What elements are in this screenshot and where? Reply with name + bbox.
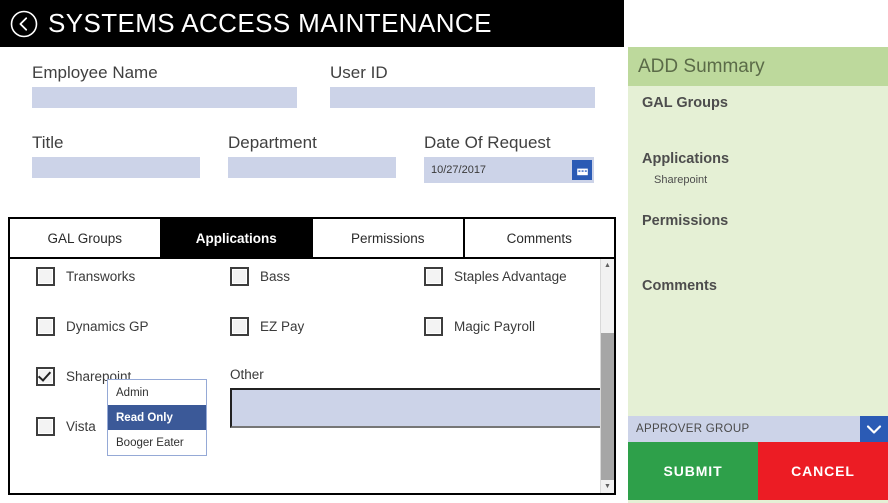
checkbox-label: Bass <box>260 269 291 284</box>
form-row-2: Title Department Date Of Request 10/27/2… <box>0 133 624 191</box>
checkbox-bass[interactable]: Bass <box>230 267 290 286</box>
summary-item: Sharepoint <box>654 174 708 186</box>
checkbox-row: Dynamics GP EZ Pay Magic Payroll <box>10 317 614 357</box>
caret-down-icon[interactable]: ▼ <box>601 480 614 493</box>
field-user-id: User ID <box>330 63 595 108</box>
page-title: SYSTEMS ACCESS MAINTENANCE <box>48 8 492 38</box>
tab-comments[interactable]: Comments <box>464 219 614 257</box>
vertical-scrollbar[interactable]: ▲ ▼ <box>600 259 614 493</box>
checkbox-magic-payroll[interactable]: Magic Payroll <box>424 317 535 336</box>
summary-section-applications: Applications Sharepoint <box>642 151 872 186</box>
tab-strip: GAL Groups Applications Permissions Comm… <box>8 217 616 257</box>
label-other: Other <box>230 367 264 382</box>
cancel-button[interactable]: CANCEL <box>758 442 888 500</box>
form-row-1: Employee Name User ID <box>0 63 624 121</box>
other-input[interactable] <box>230 388 605 428</box>
label-date-of-request: Date Of Request <box>424 133 551 152</box>
checkbox-box[interactable] <box>36 317 55 336</box>
checkbox-label: Magic Payroll <box>454 319 536 334</box>
summary-section-title: Permissions <box>642 213 729 229</box>
summary-header-title: ADD Summary <box>638 55 765 77</box>
tab-gal-groups[interactable]: GAL Groups <box>10 219 162 257</box>
summary-section-title: Comments <box>642 278 717 294</box>
label-employee-name: Employee Name <box>32 63 158 82</box>
checkbox-label: Vista <box>66 419 96 434</box>
chevron-left-circle-icon <box>10 10 38 37</box>
checkbox-label: Dynamics GP <box>66 319 149 334</box>
checkbox-box[interactable] <box>424 317 443 336</box>
back-button[interactable] <box>9 9 39 39</box>
summary-section-title: Applications <box>642 151 730 167</box>
tab-body-applications: Transworks Bass Staples Advantage Dynami… <box>8 257 616 495</box>
checkbox-box[interactable] <box>36 417 55 436</box>
label-title: Title <box>32 133 64 152</box>
checkbox-box[interactable] <box>424 267 443 286</box>
employee-name-input[interactable] <box>32 87 297 108</box>
label-department: Department <box>228 133 317 152</box>
field-title: Title <box>32 133 200 178</box>
approver-group-select[interactable]: APPROVER GROUP <box>628 416 888 442</box>
user-id-input[interactable] <box>330 87 595 108</box>
submit-button[interactable]: SUBMIT <box>628 442 758 500</box>
action-bar: SUBMIT CANCEL <box>628 442 888 500</box>
field-employee-name: Employee Name <box>32 63 297 108</box>
summary-section-title: GAL Groups <box>642 95 728 111</box>
summary-section-gal-groups: GAL Groups <box>642 95 872 111</box>
checkbox-box[interactable] <box>230 317 249 336</box>
tab-permissions[interactable]: Permissions <box>313 219 465 257</box>
tab-panel: GAL Groups Applications Permissions Comm… <box>8 217 616 495</box>
date-input-wrapper[interactable]: 10/27/2017 <box>424 157 594 183</box>
field-date-of-request: Date Of Request 10/27/2017 <box>424 133 594 183</box>
summary-section-comments: Comments <box>642 278 872 294</box>
main-form-area: Employee Name User ID Title Department D… <box>0 47 624 503</box>
caret-up-icon[interactable]: ▲ <box>601 259 614 272</box>
dropdown-option-booger-eater[interactable]: Booger Eater <box>108 430 206 455</box>
checkbox-box[interactable] <box>230 267 249 286</box>
checkbox-transworks[interactable]: Transworks <box>36 267 135 286</box>
checkbox-dynamics-gp[interactable]: Dynamics GP <box>36 317 149 336</box>
checkbox-label: EZ Pay <box>260 319 305 334</box>
checkbox-label: Transworks <box>66 269 136 284</box>
summary-header: ADD Summary <box>628 47 888 86</box>
chevron-down-icon[interactable] <box>860 416 888 442</box>
date-value: 10/27/2017 <box>431 164 487 176</box>
chevron-down-glyph <box>866 424 882 434</box>
calendar-icon[interactable] <box>572 160 592 180</box>
summary-section-permissions: Permissions <box>642 213 872 229</box>
label-user-id: User ID <box>330 63 388 82</box>
checkbox-box[interactable] <box>36 367 55 386</box>
checkbox-ez-pay[interactable]: EZ Pay <box>230 317 304 336</box>
checkbox-label: Staples Advantage <box>454 269 567 284</box>
field-department: Department <box>228 133 396 178</box>
approver-group-label: APPROVER GROUP <box>636 423 750 435</box>
checkbox-box[interactable] <box>36 267 55 286</box>
title-input[interactable] <box>32 157 200 178</box>
permission-dropdown-list[interactable]: Admin Read Only Booger Eater <box>107 379 207 456</box>
other-group: Other <box>230 367 605 428</box>
dropdown-option-read-only[interactable]: Read Only <box>108 405 206 430</box>
department-input[interactable] <box>228 157 396 178</box>
app-header: SYSTEMS ACCESS MAINTENANCE <box>0 0 624 47</box>
calendar-glyph <box>575 164 589 176</box>
checkbox-row: Transworks Bass Staples Advantage <box>10 267 614 307</box>
checkbox-staples-advantage[interactable]: Staples Advantage <box>424 267 567 286</box>
scrollbar-thumb[interactable] <box>601 333 614 485</box>
tab-applications[interactable]: Applications <box>161 219 313 257</box>
checkbox-vista[interactable]: Vista <box>36 417 96 436</box>
dropdown-option-admin[interactable]: Admin <box>108 380 206 405</box>
